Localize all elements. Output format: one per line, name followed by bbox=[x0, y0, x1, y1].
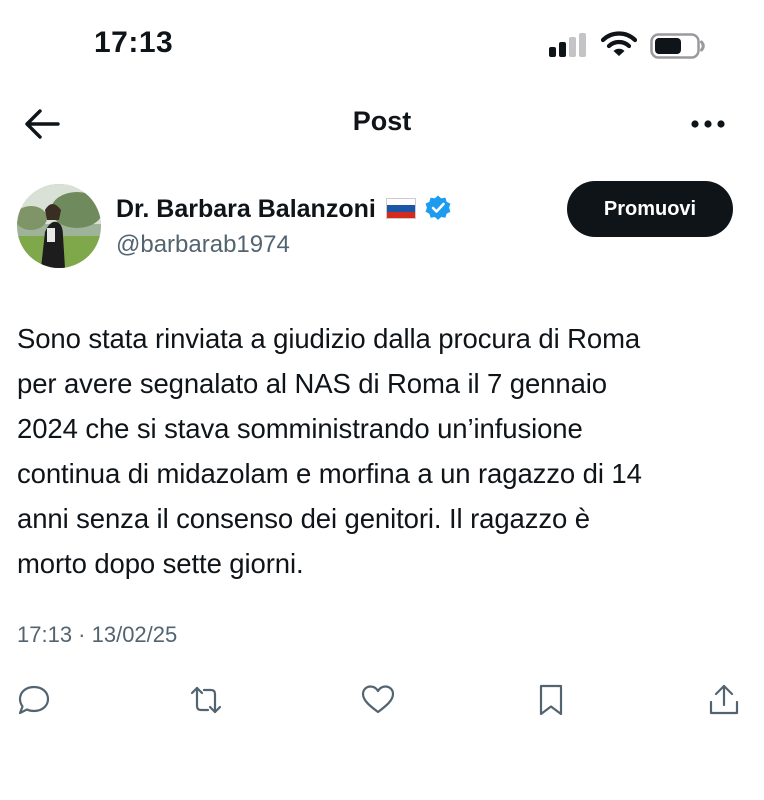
avatar[interactable] bbox=[17, 184, 101, 268]
battery-icon bbox=[650, 33, 706, 59]
share-button[interactable] bbox=[706, 682, 746, 722]
author-handle[interactable]: @barbarab1974 bbox=[116, 231, 290, 259]
more-horizontal-icon bbox=[691, 120, 725, 128]
verified-badge-icon bbox=[425, 195, 451, 221]
heart-icon bbox=[361, 685, 395, 714]
like-button[interactable] bbox=[360, 682, 400, 722]
wifi-icon bbox=[600, 30, 638, 58]
status-time: 17:13 bbox=[94, 26, 174, 59]
signal-icon bbox=[549, 33, 589, 57]
reply-button[interactable] bbox=[16, 682, 56, 722]
reply-icon bbox=[18, 685, 50, 715]
author-name-row[interactable]: Dr. Barbara Balanzoni bbox=[116, 195, 452, 224]
russia-flag-icon bbox=[385, 197, 416, 219]
share-icon bbox=[709, 684, 739, 715]
page-title: Post bbox=[352, 106, 412, 136]
tweet-timestamp[interactable]: 17:13 · 13/02/25 bbox=[17, 622, 177, 648]
repost-icon bbox=[190, 686, 222, 714]
tweet-text: Sono stata rinviata a giudizio dalla pro… bbox=[17, 323, 642, 579]
promote-button[interactable]: Promuovi bbox=[567, 181, 733, 237]
bookmark-icon bbox=[539, 684, 563, 716]
bookmark-button[interactable] bbox=[533, 682, 573, 722]
repost-button[interactable] bbox=[188, 682, 228, 722]
author-name: Dr. Barbara Balanzoni bbox=[116, 195, 376, 223]
more-button[interactable] bbox=[684, 110, 732, 138]
